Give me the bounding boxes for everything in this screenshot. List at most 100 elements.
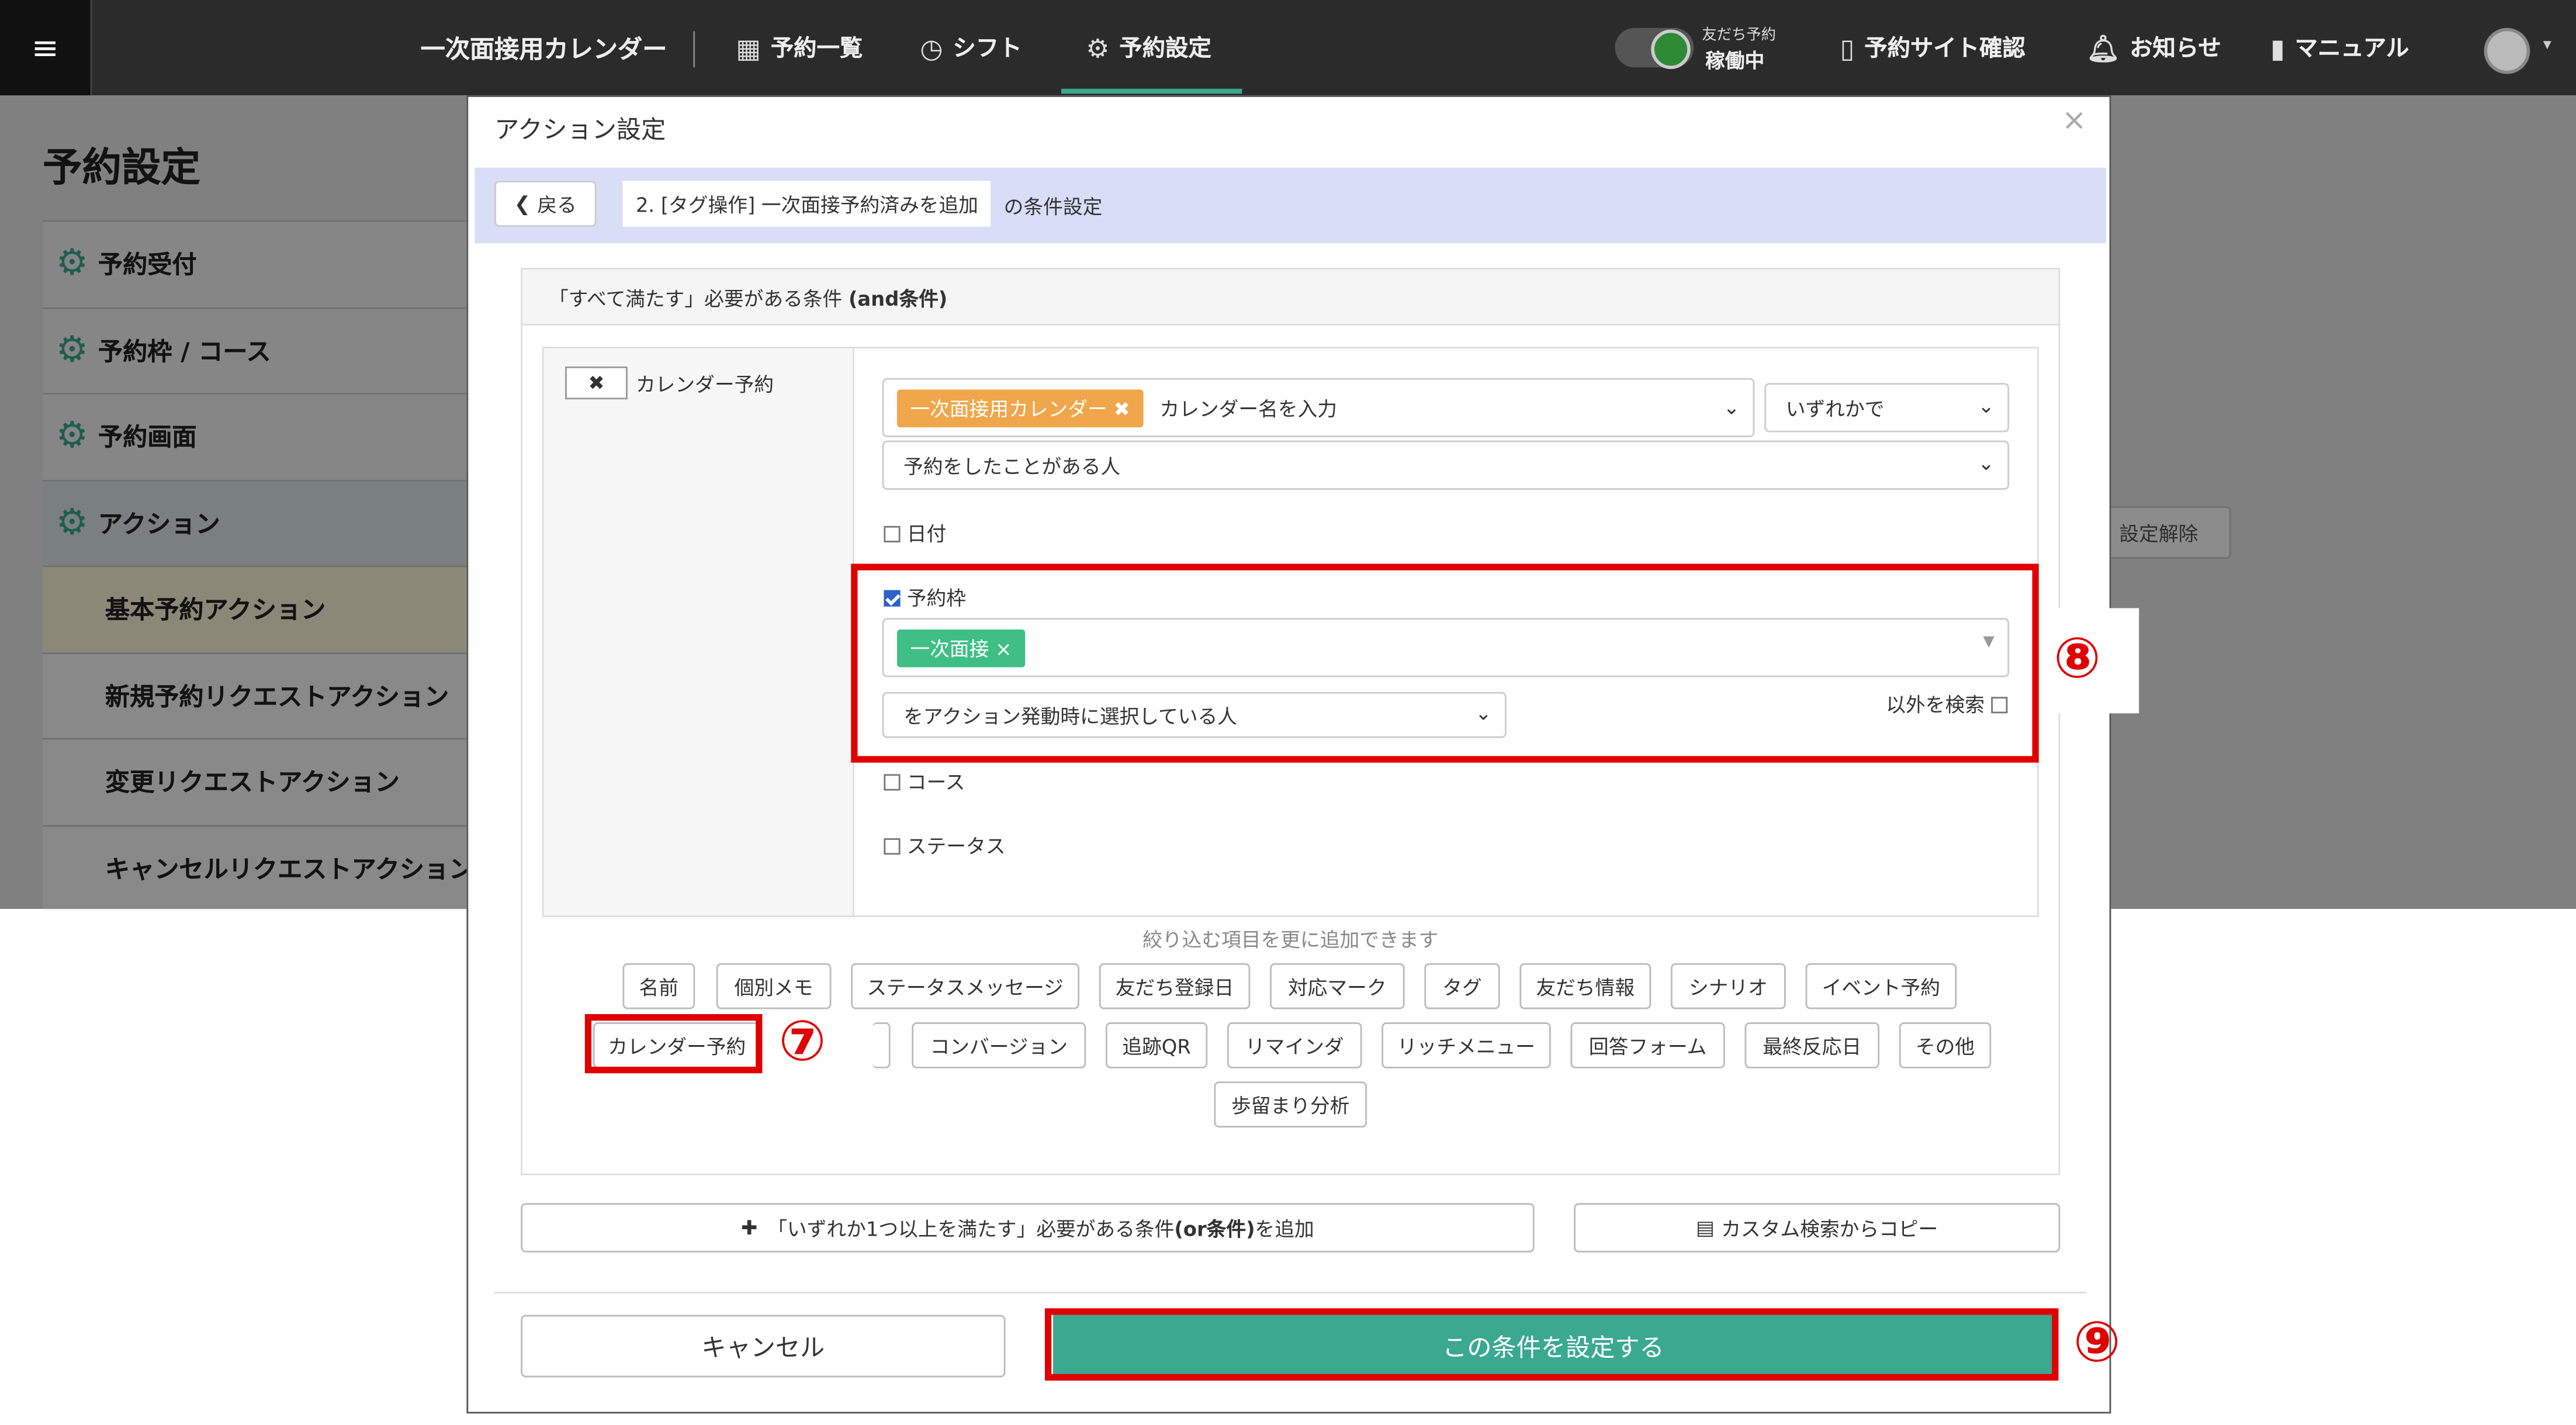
callout-box-7 xyxy=(584,1014,763,1074)
nav-label: シフト xyxy=(953,36,1022,63)
nav-shift[interactable]: ◷ シフト xyxy=(920,31,1022,64)
copy-custom-search-button[interactable]: ▤ カスタム検索からコピー xyxy=(1574,1203,2061,1253)
clipboard-icon: ▤ xyxy=(1696,1216,1715,1240)
close-icon[interactable]: × xyxy=(2062,103,2086,138)
modal-title: アクション設定 xyxy=(494,115,666,145)
and-heading-text: 「すべて満たす」必要がある条件 xyxy=(548,288,849,311)
nav-label: お知らせ xyxy=(2130,36,2221,63)
checkbox-box xyxy=(884,773,901,790)
match-select-value: いずれかで xyxy=(1785,397,1885,420)
filter-scenario-button[interactable]: シナリオ xyxy=(1671,963,1786,1009)
status-label: ステータス xyxy=(906,835,1006,858)
filter-form-button[interactable]: 回答フォーム xyxy=(1570,1022,1725,1068)
filter-reminder-button[interactable]: リマインダ xyxy=(1227,1022,1362,1068)
reservation-select-value: 予約をしたことがある人 xyxy=(903,454,1121,478)
nav-label: マニュアル xyxy=(2294,36,2409,63)
book-icon: ▮ xyxy=(2270,32,2285,64)
nav-label: 予約サイト確認 xyxy=(1864,36,2026,63)
status-checkbox[interactable]: ステータス xyxy=(884,832,1006,860)
reservation-history-select[interactable]: 予約をしたことがある人 ⌄ xyxy=(882,440,2010,490)
filter-conversion-button[interactable]: コンバージョン xyxy=(912,1022,1086,1068)
nav-divider xyxy=(693,31,695,68)
avatar[interactable] xyxy=(2484,27,2530,74)
callout-number-7: ⑦ xyxy=(778,1009,826,1075)
checkbox-box xyxy=(884,837,901,854)
friend-booking-toggle[interactable] xyxy=(1615,27,1694,70)
gear-icon: ⚙ xyxy=(1086,32,1110,64)
top-navbar: ≡ 一次面接用カレンダー ▦ 予約一覧 ◷ シフト ⚙ 予約設定 友だち予約 稼働中 … xyxy=(0,0,2576,96)
calendar-tag-label: 一次面接用カレンダー xyxy=(910,397,1107,420)
filter-name-button[interactable]: 名前 xyxy=(622,963,695,1009)
callout-box-9 xyxy=(1044,1308,2059,1381)
course-checkbox[interactable]: コース xyxy=(884,767,965,795)
calendar-placeholder: カレンダー名を入力 xyxy=(1159,397,1338,420)
chevron-down-icon: ⌄ xyxy=(1978,394,1995,418)
filter-hidden-button[interactable] xyxy=(872,1022,891,1068)
callout-number-9: ⑨ xyxy=(2073,1310,2121,1376)
calendar-grid-icon: ▦ xyxy=(736,32,761,64)
nav-site-check[interactable]: ▯ 予約サイト確認 xyxy=(1840,31,2026,64)
clock-icon: ◷ xyxy=(920,32,943,64)
add-or-condition-button[interactable]: ✚ 「いずれか1つ以上を満たす」必要がある条件 (or条件) を追加 xyxy=(521,1203,1535,1253)
filter-last-reaction-button[interactable]: 最終反応日 xyxy=(1744,1022,1880,1068)
toggle-knob xyxy=(1651,29,1691,70)
filter-mark-button[interactable]: 対応マーク xyxy=(1270,963,1405,1009)
remove-condition-button[interactable]: ✖ xyxy=(565,366,628,400)
filter-friend-date-button[interactable]: 友だち登録日 xyxy=(1099,963,1251,1009)
nav-notifications[interactable]: 🔔︎ お知らせ xyxy=(2086,31,2221,64)
filter-event-button[interactable]: イベント予約 xyxy=(1805,963,1957,1009)
match-select[interactable]: いずれかで ⌄ xyxy=(1764,383,2010,433)
toggle-label-bottom: 稼働中 xyxy=(1705,49,1765,72)
filter-yield-analysis-button[interactable]: 歩留まり分析 xyxy=(1214,1081,1367,1128)
copy-button-text: カスタム検索からコピー xyxy=(1721,1217,1938,1240)
calendar-select[interactable]: 一次面接用カレンダー ✖ カレンダー名を入力 ⌄ xyxy=(882,378,1755,437)
and-heading-bold: (and条件) xyxy=(848,288,948,311)
nav-reservation-settings[interactable]: ⚙ 予約設定 xyxy=(1086,31,1211,64)
filter-qr-button[interactable]: 追跡QR xyxy=(1105,1022,1208,1068)
filter-status-message-button[interactable]: ステータスメッセージ xyxy=(851,963,1079,1009)
filter-other-button[interactable]: その他 xyxy=(1899,1022,1992,1068)
calendar-tag: 一次面接用カレンダー ✖ xyxy=(896,389,1144,427)
filter-friend-info-button[interactable]: 友だち情報 xyxy=(1519,963,1651,1009)
or-button-suffix: を追加 xyxy=(1255,1217,1314,1240)
nav-label: 予約設定 xyxy=(1119,36,1211,63)
callout-number-8: ⑧ xyxy=(2054,626,2101,692)
mobile-icon: ▯ xyxy=(1840,32,1855,64)
nav-label: 予約一覧 xyxy=(770,36,863,63)
condition-name: 2. [タグ操作] 一次面接予約済みを追加 xyxy=(622,181,992,227)
date-checkbox[interactable]: 日付 xyxy=(884,520,946,548)
close-icon: ✖ xyxy=(588,371,605,395)
and-condition-heading: 「すべて満たす」必要がある条件 (and条件) xyxy=(522,269,2059,326)
toggle-label-top: 友だち予約 xyxy=(1702,27,1776,44)
hamburger-icon[interactable]: ≡ xyxy=(0,0,92,96)
course-label: コース xyxy=(906,770,965,794)
back-label: 戻る xyxy=(537,193,577,216)
filter-memo-button[interactable]: 個別メモ xyxy=(716,963,832,1009)
chevron-down-icon: ⌄ xyxy=(1723,396,1740,420)
or-button-bold: (or条件) xyxy=(1174,1217,1255,1240)
plus-icon: ✚ xyxy=(741,1216,758,1240)
condition-label: カレンダー予約 xyxy=(635,373,774,396)
checkbox-box xyxy=(884,525,901,542)
condition-left-column: ✖ カレンダー予約 xyxy=(543,348,854,916)
condition-suffix: の条件設定 xyxy=(1003,195,1103,219)
screen-root: 予約設定 ⚙ 予約受付 ⚙ 予約枠 / コース ⚙ 予約画面 ⚙ アクション 基本予約ア… xyxy=(0,0,2576,1425)
filter-tag-button[interactable]: タグ xyxy=(1424,963,1500,1009)
condition-header-bar: ❮ 戻る 2. [タグ操作] 一次面接予約済みを追加 の条件設定 xyxy=(475,167,2106,244)
footer-divider xyxy=(494,1292,2087,1294)
calendar-name[interactable]: 一次面接用カレンダー xyxy=(421,31,667,65)
nav-manual[interactable]: ▮ マニュアル xyxy=(2270,31,2409,64)
nav-reservation-list[interactable]: ▦ 予約一覧 xyxy=(736,31,863,64)
back-button[interactable]: ❮ 戻る xyxy=(494,181,597,227)
filter-rich-menu-button[interactable]: リッチメニュー xyxy=(1382,1022,1551,1068)
add-filter-hint: 絞り込む項目を更に追加できます xyxy=(1142,928,1439,952)
bell-icon: 🔔︎ xyxy=(2086,32,2120,64)
chevron-down-icon[interactable]: ▾ xyxy=(2543,36,2551,54)
chevron-left-icon: ❮ xyxy=(514,192,531,216)
or-button-text: 「いずれか1つ以上を満たす」必要がある条件 xyxy=(767,1217,1175,1240)
callout-box-8 xyxy=(851,563,2039,763)
date-label: 日付 xyxy=(906,523,947,546)
nav-active-indicator xyxy=(1061,88,1242,94)
chevron-down-icon: ⌄ xyxy=(1978,452,1995,475)
cancel-button[interactable]: キャンセル xyxy=(521,1315,1006,1378)
